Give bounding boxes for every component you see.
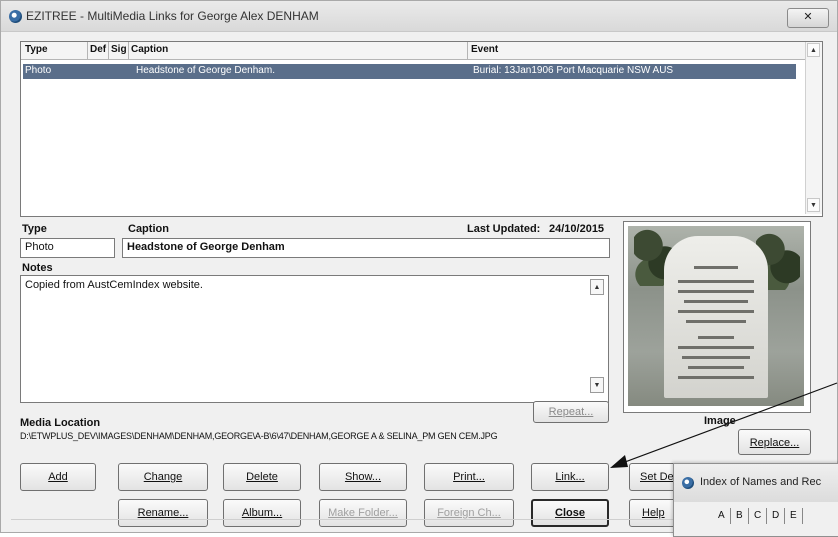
close-button[interactable]: Close (531, 499, 609, 527)
notes-label: Notes (22, 262, 53, 274)
close-window-button[interactable]: ✕ (787, 8, 829, 28)
col-header-def[interactable]: Def (90, 44, 106, 55)
col-header-event[interactable]: Event (471, 44, 498, 55)
letter-tab-c[interactable]: C (754, 510, 761, 521)
index-window-title: Index of Names and Rec (700, 476, 822, 488)
multimedia-links-window: EZITREE - MultiMedia Links for George Al… (0, 0, 838, 533)
column-divider[interactable] (467, 42, 468, 59)
letter-divider (766, 508, 767, 524)
scroll-up-icon[interactable]: ▲ (807, 43, 820, 57)
index-app-icon (682, 477, 694, 489)
rename-button[interactable]: Rename... (118, 499, 208, 527)
last-updated-value: 24/10/2015 (549, 223, 605, 235)
letter-tab-e[interactable]: E (790, 510, 797, 521)
grid-header: Type Def Sig Caption Event (21, 42, 805, 60)
media-location-path: D:\ETWPLUS_DEV\IMAGES\DENHAM\DENHAM,GEOR… (20, 431, 498, 441)
letter-tab-a[interactable]: A (718, 510, 725, 521)
print-button[interactable]: Print... (424, 463, 514, 491)
album-button[interactable]: Album... (223, 499, 301, 527)
caption-label: Caption (128, 223, 169, 235)
letter-tab-d[interactable]: D (772, 510, 779, 521)
letter-divider (802, 508, 803, 524)
letter-tab-b[interactable]: B (736, 510, 743, 521)
link-button[interactable]: Link... (531, 463, 609, 491)
letter-divider (784, 508, 785, 524)
index-window-title-bar[interactable]: Index of Names and Rec (674, 464, 838, 502)
column-divider[interactable] (108, 42, 109, 59)
links-grid[interactable]: Type Def Sig Caption Event Photo Headsto… (20, 41, 823, 217)
repeat-button[interactable]: Repeat... (533, 401, 609, 423)
make-folder-button[interactable]: Make Folder... (319, 499, 407, 527)
add-button[interactable]: Add (20, 463, 96, 491)
col-header-caption[interactable]: Caption (131, 44, 168, 55)
foreign-ch-button[interactable]: Foreign Ch... (424, 499, 514, 527)
row-event-cell: Burial: 13Jan1906 Port Macquarie NSW AUS (473, 65, 674, 76)
column-divider[interactable] (87, 42, 88, 59)
title-bar[interactable]: EZITREE - MultiMedia Links for George Al… (1, 1, 837, 32)
letter-divider (730, 508, 731, 524)
row-type-cell: Photo (25, 65, 52, 76)
type-label: Type (22, 223, 47, 235)
notes-text: Copied from AustCemIndex website. (25, 279, 203, 291)
show-button[interactable]: Show... (319, 463, 407, 491)
media-location-label: Media Location (20, 417, 101, 429)
caption-field[interactable]: Headstone of George Denham (122, 238, 610, 258)
app-icon (9, 10, 22, 23)
column-divider[interactable] (128, 42, 129, 59)
delete-button[interactable]: Delete (223, 463, 301, 491)
col-header-type[interactable]: Type (25, 44, 48, 55)
letter-divider (748, 508, 749, 524)
scroll-down-icon[interactable]: ▼ (807, 198, 820, 212)
notes-textarea[interactable]: Copied from AustCemIndex website. ▲ ▼ (20, 275, 609, 403)
row-caption-cell: Headstone of George Denham. (136, 65, 275, 76)
grid-scrollbar[interactable]: ▲ ▼ (805, 42, 822, 214)
divider (11, 519, 691, 520)
window-title: EZITREE - MultiMedia Links for George Al… (26, 9, 319, 23)
index-of-names-window[interactable]: Index of Names and Rec A B C D E (673, 463, 838, 537)
table-row[interactable]: Photo Headstone of George Denham. Burial… (23, 64, 796, 79)
notes-scroll-up-icon[interactable]: ▲ (590, 279, 604, 295)
col-header-sig[interactable]: Sig (111, 44, 127, 55)
change-button[interactable]: Change (118, 463, 208, 491)
type-field[interactable]: Photo (20, 238, 115, 258)
last-updated-label: Last Updated: (467, 223, 541, 235)
